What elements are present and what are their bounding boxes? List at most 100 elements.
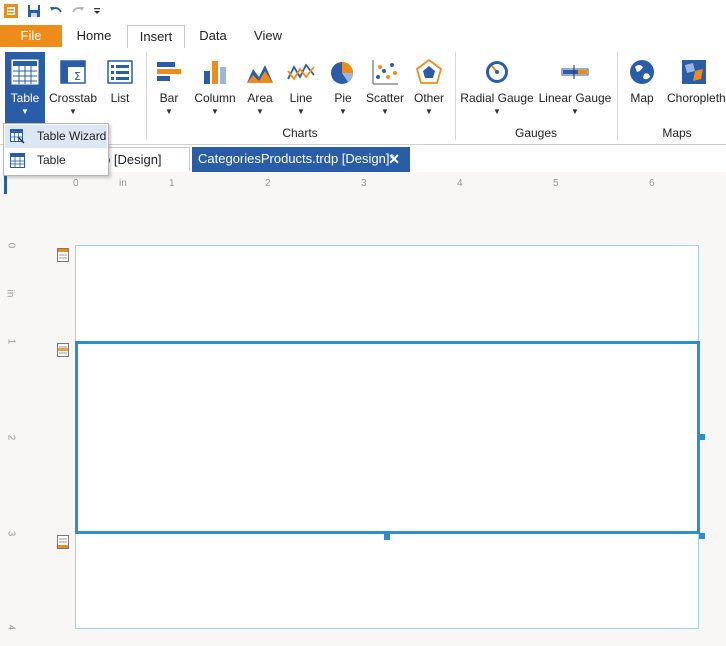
crosstab-label: Crosstab [48, 91, 98, 105]
radial-gauge-button[interactable]: Radial Gauge ▼ [460, 52, 534, 124]
pie-chart-button[interactable]: Pie ▼ [326, 52, 360, 124]
area-dropdown-arrow-icon: ▼ [256, 107, 264, 116]
ribbon-tab-bar: File Home Insert Data View [0, 22, 726, 50]
menu-item-label: Table Wizard [37, 129, 107, 143]
resize-handle[interactable] [699, 434, 705, 440]
tab-home[interactable]: Home [66, 25, 122, 47]
scatter-chart-button[interactable]: Scatter ▼ [364, 52, 406, 124]
table-dropdown-arrow-icon: ▼ [21, 107, 29, 116]
ruler-number: 5 [553, 178, 559, 189]
area-chart-button[interactable]: Area ▼ [243, 52, 277, 124]
linear-gauge-dropdown-arrow-icon: ▼ [571, 107, 579, 116]
crosstab-dropdown-arrow-icon: ▼ [69, 107, 77, 116]
ribbon-group-separator [146, 52, 147, 140]
ruler-number: 4 [5, 624, 17, 631]
list-button[interactable]: List [101, 52, 139, 124]
radial-gauge-label: Radial Gauge [460, 91, 534, 105]
pie-chart-icon [331, 62, 353, 84]
group-label-gauges: Gauges [514, 126, 558, 140]
undo-icon[interactable] [48, 3, 64, 19]
ruler-number: 1 [169, 178, 175, 189]
tab-data[interactable]: Data [188, 25, 238, 47]
menu-item-table-wizard[interactable]: Table Wizard [5, 125, 107, 148]
table-wizard-icon [10, 129, 25, 144]
menu-item-label: Table [37, 153, 66, 167]
linear-gauge-icon [561, 65, 589, 79]
bar-chart-button[interactable]: Bar ▼ [152, 52, 186, 124]
bar-dropdown-arrow-icon: ▼ [165, 107, 173, 116]
ruler-number: 0 [5, 242, 17, 249]
ruler-number: 1 [5, 338, 17, 345]
pie-label: Pie [334, 91, 352, 105]
line-label: Line [289, 91, 313, 105]
column-label: Column [194, 91, 236, 105]
scatter-label: Scatter [365, 91, 404, 105]
table-button[interactable]: Table ▼ [5, 52, 45, 126]
list-label: List [110, 91, 130, 105]
tab-file[interactable]: File [0, 25, 62, 47]
tab-view[interactable]: View [242, 25, 294, 47]
resize-handle[interactable] [384, 534, 390, 540]
ruler-number: 2 [265, 178, 271, 189]
choropleth-button[interactable]: Choropleth [664, 52, 726, 124]
app-icon[interactable] [3, 3, 19, 19]
ruler-number: 6 [649, 178, 655, 189]
close-icon[interactable]: ✕ [388, 147, 400, 171]
ruler-number: 3 [361, 178, 367, 189]
quick-access-toolbar [0, 0, 726, 22]
group-label-maps: Maps [662, 126, 692, 140]
other-chart-button[interactable]: Other ▼ [409, 52, 449, 124]
radial-gauge-dropdown-arrow-icon: ▼ [493, 107, 501, 116]
menu-item-table[interactable]: Table [5, 149, 107, 172]
document-tab-title: CategoriesProducts.trdp [Design]* [198, 151, 395, 166]
table-icon [10, 153, 25, 168]
page-header-section-icon[interactable] [57, 248, 69, 262]
page-footer-section-icon[interactable] [57, 535, 69, 549]
scatter-chart-icon [372, 60, 398, 85]
resize-handle[interactable] [699, 533, 705, 539]
detail-section-icon[interactable] [57, 343, 69, 357]
horizontal-ruler: 0 in 1 2 3 4 5 6 [24, 172, 726, 194]
table-icon [11, 59, 39, 85]
ruler-number: 2 [5, 434, 17, 441]
column-chart-button[interactable]: Column ▼ [192, 52, 238, 124]
choropleth-label: Choropleth [667, 91, 726, 105]
other-label: Other [413, 91, 444, 105]
vertical-ruler: 0 in 1 2 3 4 [0, 194, 24, 646]
choropleth-map-icon [682, 60, 706, 84]
linear-gauge-button[interactable]: Linear Gauge ▼ [538, 52, 612, 124]
pie-dropdown-arrow-icon: ▼ [339, 107, 347, 116]
other-chart-icon [415, 58, 443, 84]
redo-icon[interactable] [70, 3, 86, 19]
area-label: Area [247, 91, 273, 105]
ruler-number: 3 [5, 530, 17, 537]
linear-gauge-label: Linear Gauge [538, 91, 612, 105]
ruler-unit: in [4, 289, 16, 298]
document-tab-categoriesproducts[interactable]: CategoriesProducts.trdp [Design]* ✕ [192, 147, 410, 172]
area-chart-icon [247, 65, 273, 83]
tab-insert[interactable]: Insert [127, 25, 185, 50]
svg-text:Σ: Σ [74, 70, 81, 83]
line-dropdown-arrow-icon: ▼ [297, 107, 305, 116]
line-chart-button[interactable]: Line ▼ [284, 52, 318, 124]
other-dropdown-arrow-icon: ▼ [425, 107, 433, 116]
ruler-number: 4 [457, 178, 463, 189]
bar-label: Bar [159, 91, 179, 105]
scatter-dropdown-arrow-icon: ▼ [381, 107, 389, 116]
customize-arrow-icon[interactable] [92, 3, 102, 19]
list-icon [107, 60, 133, 84]
table-label: Table [10, 91, 40, 105]
ruler-number: 0 [73, 178, 79, 189]
column-chart-icon [204, 61, 226, 84]
crosstab-icon: Σ [60, 60, 86, 84]
globe-icon [630, 60, 654, 84]
table-dropdown-menu: Table Wizard Table [3, 123, 109, 176]
save-icon[interactable] [26, 3, 42, 19]
ruler-unit: in [119, 178, 127, 189]
group-label-charts: Charts [282, 126, 318, 140]
crosstab-button[interactable]: Σ Crosstab ▼ [48, 52, 98, 124]
column-dropdown-arrow-icon: ▼ [211, 107, 219, 116]
detail-section-selected[interactable] [75, 341, 700, 534]
bar-chart-icon [157, 62, 181, 81]
map-button[interactable]: Map [624, 52, 660, 124]
